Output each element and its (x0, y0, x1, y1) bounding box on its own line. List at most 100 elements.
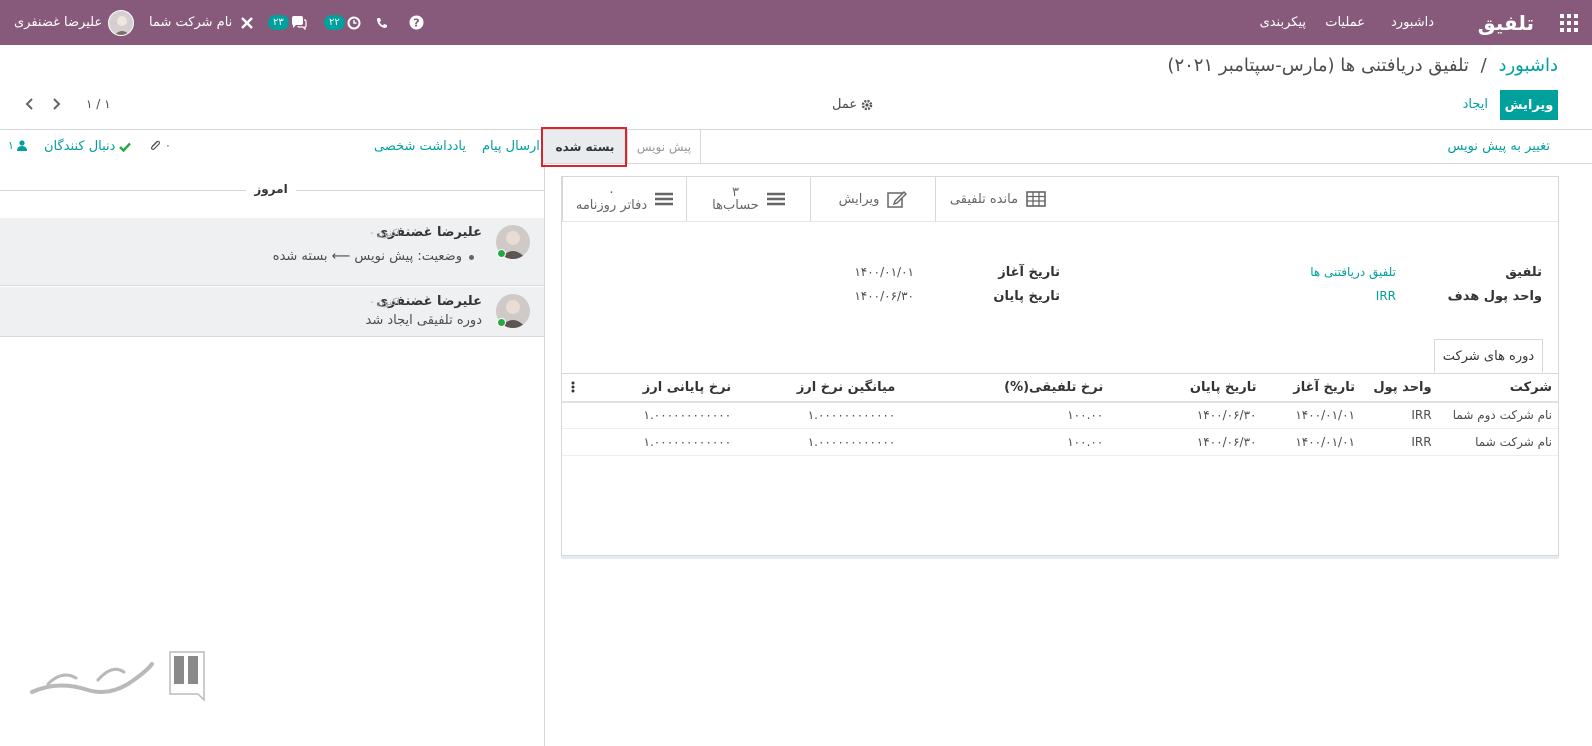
form-sheet: مانده تلفیقی ویرایش ۳ حساب‌ها ۰ دفاتر رو… (561, 176, 1559, 556)
statusbar-bottom-border (544, 163, 1592, 164)
column-header-currency[interactable]: واحد پول (1361, 373, 1438, 403)
pager-value[interactable]: ۱ / ۱ (86, 97, 111, 111)
table-row[interactable]: نام شرکت دوم شما IRR ۱۴۰۰/۰۱/۰۱ ۱۴۰۰/۰۶/… (562, 401, 1558, 429)
follow-label: دنبال کنندگان (44, 139, 116, 154)
create-button[interactable]: ایجاد (1463, 97, 1488, 112)
app-title[interactable]: تلفیق (1478, 0, 1534, 45)
cell-company: نام شرکت دوم شما (1437, 401, 1558, 429)
svg-text:?: ? (413, 17, 419, 30)
breadcrumb-root[interactable]: داشبورد (1498, 55, 1558, 76)
table-row[interactable]: نام شرکت شما IRR ۱۴۰۰/۰۱/۰۱ ۱۴۰۰/۰۶/۳۰ ۱… (562, 428, 1558, 456)
pager-next-icon[interactable] (50, 96, 62, 112)
apps-menu-icon[interactable] (1560, 0, 1578, 45)
message-item[interactable]: علیرضا غضنفری - اکنون وضعیت: پیش نویس ⟵ … (0, 218, 544, 286)
online-status-icon (497, 249, 506, 258)
gear-icon (861, 99, 873, 111)
company-switcher[interactable]: نام شرکت شما (149, 0, 232, 45)
consolidated-balance-button[interactable]: مانده تلفیقی (935, 177, 1060, 221)
cell-end-date: ۱۴۰۰/۰۶/۳۰ (1109, 401, 1263, 429)
message-item[interactable]: علیرضا غضنفری - اکنون دوره تلفیقی ایجاد … (0, 287, 544, 337)
list-icon (766, 192, 785, 206)
column-header-consolidation-rate[interactable]: نرخ تلفیقی(%) (901, 373, 1110, 403)
accounts-label: حساب‌ها (712, 198, 759, 213)
cell-start-date: ۱۴۰۰/۰۱/۰۱ (1262, 401, 1361, 429)
today-label: امروز (254, 182, 288, 196)
watermark-logo (28, 650, 208, 704)
optional-columns-toggle[interactable] (562, 373, 584, 403)
target-currency-value[interactable]: IRR (1376, 289, 1396, 303)
start-date-label: تاریخ آغاز (998, 265, 1060, 280)
message-body: دوره تلفیقی ایجاد شد (365, 313, 482, 328)
follow-button[interactable]: دنبال کنندگان (44, 139, 132, 154)
consolidated-balance-label: مانده تلفیقی (949, 191, 1019, 207)
edit-icon (887, 190, 908, 208)
cell-closing-rate: ۱.۰۰۰۰۰۰۰۰۰۰۰۰ (583, 401, 738, 429)
help-icon[interactable]: ? (409, 0, 424, 45)
highlight-box (541, 127, 627, 167)
start-date-value: ۱۴۰۰/۰۱/۰۱ (854, 265, 914, 279)
journal-list-icon (655, 192, 674, 206)
send-message-button[interactable]: ارسال پیام (482, 139, 540, 154)
consolidation-value[interactable]: تلفیق دریافتنی ها (1310, 265, 1396, 279)
tab-company-periods[interactable]: دوره های شرکت (1434, 339, 1543, 373)
table-header-row: شرکت واحد پول تاریخ آغاز تاریخ پایان نرخ… (562, 373, 1558, 403)
menu-dashboard[interactable]: داشبورد (1391, 0, 1434, 45)
message-body: وضعیت: پیش نویس ⟵ بسته شده (272, 249, 462, 264)
edit-smart-button[interactable]: ویرایش (810, 177, 935, 221)
cell-end-date: ۱۴۰۰/۰۶/۳۰ (1109, 428, 1263, 456)
followers-button[interactable]: ۱ (8, 139, 27, 152)
cell-currency: IRR (1361, 428, 1438, 456)
set-draft-button[interactable]: تغییر به پیش نویس (1447, 139, 1550, 154)
top-navbar: تلفیق داشبورد عملیات پیکربندی علیرضا غضن… (0, 0, 1592, 45)
user-icon (16, 140, 27, 151)
clock-icon (347, 16, 361, 30)
debug-tools-icon[interactable] (240, 0, 254, 45)
messages-badge: ۲۳ (268, 15, 289, 30)
breadcrumb: داشبورد / تلفیق دریافتنی ها (مارس-سپتامب… (1167, 55, 1558, 76)
today-separator-right (296, 190, 544, 191)
attachments-button[interactable]: ۰ (149, 139, 171, 152)
cell-closing-rate: ۱.۰۰۰۰۰۰۰۰۰۰۰۰ (583, 428, 738, 456)
log-note-button[interactable]: یادداشت شخصی (374, 139, 466, 154)
cell-average-rate: ۱.۰۰۰۰۰۰۰۰۰۰۰۰ (737, 428, 902, 456)
attachments-count: ۰ (165, 139, 171, 152)
bullet-icon (469, 255, 474, 260)
cell-average-rate: ۱.۰۰۰۰۰۰۰۰۰۰۰۰ (737, 401, 902, 429)
user-menu[interactable]: علیرضا غضنفری (14, 0, 135, 45)
menu-operations[interactable]: عملیات (1325, 0, 1365, 45)
phone-icon[interactable] (376, 0, 388, 45)
today-separator-left (0, 190, 246, 191)
column-header-closing-rate[interactable]: نرخ پایانی ارز (583, 373, 738, 403)
chat-icon (291, 15, 307, 30)
target-currency-label: واحد پول هدف (1447, 289, 1542, 304)
breadcrumb-current: تلفیق دریافتنی ها (مارس-سپتامبر ۲۰۲۱) (1167, 55, 1469, 76)
column-header-end-date[interactable]: تاریخ پایان (1109, 373, 1263, 403)
message-time: - اکنون (370, 297, 400, 308)
column-header-start-date[interactable]: تاریخ آغاز (1262, 373, 1361, 403)
user-name: علیرضا غضنفری (14, 15, 103, 30)
end-date-label: تاریخ پایان (993, 289, 1060, 304)
journals-button[interactable]: ۰ دفاتر روزنامه (562, 177, 686, 221)
chatter-divider (544, 129, 545, 746)
pager-prev-icon[interactable] (24, 96, 36, 112)
online-status-icon (497, 318, 506, 327)
action-label: عمل (832, 97, 858, 112)
stage-draft[interactable]: پیش نویس (627, 130, 701, 163)
action-menu[interactable]: عمل (832, 97, 873, 112)
cell-start-date: ۱۴۰۰/۰۱/۰۱ (1262, 428, 1361, 456)
journals-label: دفاتر روزنامه (575, 198, 648, 213)
menu-configuration[interactable]: پیکربندی (1260, 0, 1306, 45)
statusbar-top-border (0, 129, 1592, 130)
column-header-company[interactable]: شرکت (1437, 373, 1558, 403)
paperclip-icon (149, 140, 161, 152)
consolidation-label: تلفیق (1505, 265, 1542, 280)
cell-consolidation-rate: ۱۰۰.۰۰ (901, 401, 1110, 429)
activity-menu[interactable]: ۲۲ (324, 0, 361, 45)
column-header-average-rate[interactable]: میانگین نرخ ارز (737, 373, 902, 403)
smart-buttons-border (562, 221, 1558, 222)
messaging-menu[interactable]: ۲۳ (268, 0, 307, 45)
edit-button[interactable]: ویرایش (1500, 90, 1558, 120)
accounts-button[interactable]: ۳ حساب‌ها (686, 177, 810, 221)
company-periods-table: شرکت واحد پول تاریخ آغاز تاریخ پایان نرخ… (562, 373, 1558, 456)
cell-consolidation-rate: ۱۰۰.۰۰ (901, 428, 1110, 456)
